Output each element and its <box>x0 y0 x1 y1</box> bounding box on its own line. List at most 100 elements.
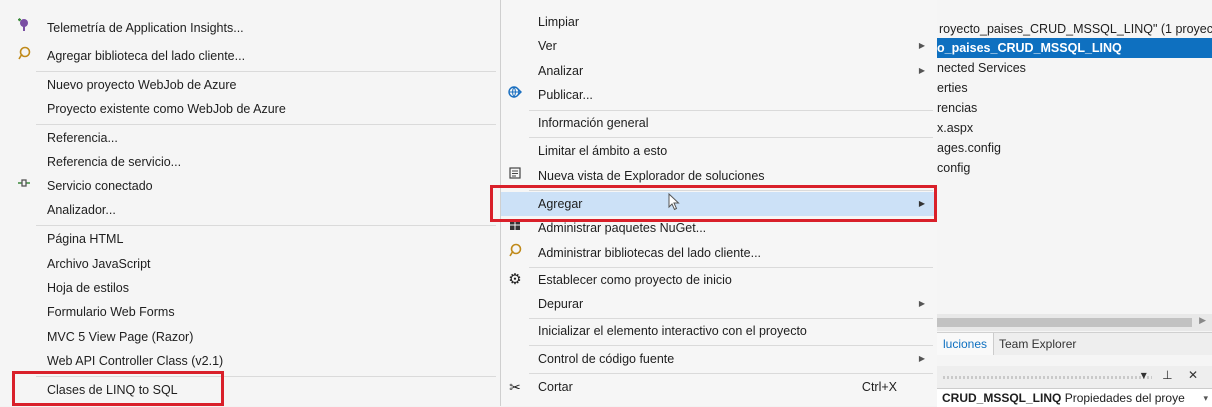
submenu-item-label: Analizador... <box>47 203 116 217</box>
menu-item-manage-client-libraries[interactable]: Administrar bibliotecas del lado cliente… <box>501 241 937 265</box>
tree-item-label: config <box>937 161 971 175</box>
separator <box>36 225 496 226</box>
drag-grip[interactable] <box>943 376 1152 379</box>
tree-item-connected-services[interactable]: nected Services <box>937 58 1212 78</box>
submenu-item-telemetry[interactable]: Telemetría de Application Insights... <box>0 16 500 40</box>
menu-item-source-control[interactable]: Control de código fuente ▶ <box>501 347 937 371</box>
separator <box>529 137 933 138</box>
submenu-item-web-form[interactable]: Formulario Web Forms <box>0 300 500 324</box>
shortcut-label: Ctrl+X <box>861 380 897 394</box>
menu-item-label: Analizar <box>538 64 584 78</box>
properties-selected-object: CRUD_MSSQL_LINQ Propiedades del proye <box>942 389 1185 407</box>
properties-title-bar: ▾ ⊥ ✕ <box>937 366 1212 388</box>
submenu-arrow-icon: ▶ <box>918 299 925 308</box>
menu-item-publish[interactable]: Publicar... <box>501 83 937 107</box>
submenu-item-javascript-file[interactable]: Archivo JavaScript <box>0 252 500 276</box>
tree-item-label: ages.config <box>937 141 1001 155</box>
submenu-arrow-icon: ▶ <box>918 41 925 50</box>
tree-item-solution[interactable]: royecto_paises_CRUD_MSSQL_LINQ" (1 proye… <box>937 19 1212 39</box>
submenu-item-analyzer[interactable]: Analizador... <box>0 198 500 222</box>
tree-item-label: rencias <box>937 101 978 115</box>
menu-item-view[interactable]: Ver ▶ <box>501 34 937 58</box>
tree-item-label: o_paises_CRUD_MSSQL_LINQ <box>937 41 1122 55</box>
separator <box>529 373 933 374</box>
submenu-item-webapi-controller[interactable]: Web API Controller Class (v2.1) <box>0 349 500 373</box>
telemetry-icon <box>14 16 34 40</box>
menu-item-label: Inicializar el elemento interactivo con … <box>538 324 807 338</box>
annotation-box-add <box>490 185 937 222</box>
menu-item-label: Información general <box>538 116 649 130</box>
submenu-item-label: Referencia de servicio... <box>47 155 182 169</box>
submenu-item-stylesheet[interactable]: Hoja de estilos <box>0 276 500 300</box>
submenu-item-label: Proyecto existente como WebJob de Azure <box>47 102 286 116</box>
menu-item-label: Cortar <box>538 380 573 394</box>
submenu-item-label: Nuevo proyecto WebJob de Azure <box>47 78 237 92</box>
submenu-item-service-reference[interactable]: Referencia de servicio... <box>0 150 500 174</box>
scissors-icon: ✂ <box>509 379 521 395</box>
submenu-item-label: Hoja de estilos <box>47 281 129 295</box>
menu-item-label: Limpiar <box>538 15 579 29</box>
tree-item-label: royecto_paises_CRUD_MSSQL_LINQ" (1 proye… <box>939 22 1212 36</box>
menu-item-label: Depurar <box>538 297 584 311</box>
submenu-item-html-page[interactable]: Página HTML <box>0 227 500 251</box>
menu-item-cut[interactable]: ✂ Cortar Ctrl+X <box>501 375 937 399</box>
annotation-box-linq <box>12 371 224 406</box>
submenu-item-label: MVC 5 View Page (Razor) <box>47 330 194 344</box>
panel-tabs: luciones Team Explorer <box>937 332 1212 355</box>
menu-item-label: Publicar... <box>538 88 593 102</box>
solution-explorer-panel: royecto_paises_CRUD_MSSQL_LINQ" (1 proye… <box>937 0 1212 407</box>
submenu-item-existing-webjob[interactable]: Proyecto existente como WebJob de Azure <box>0 97 500 121</box>
separator <box>36 71 496 72</box>
menu-item-scope-to-this[interactable]: Limitar el ámbito a esto <box>501 139 937 163</box>
submenu-item-label: Agregar biblioteca del lado cliente... <box>47 49 246 63</box>
menu-item-label: Establecer como proyecto de inicio <box>538 273 732 287</box>
menu-item-set-startup-project[interactable]: ⚙ Establecer como proyecto de inicio <box>501 268 937 292</box>
scrollbar-thumb[interactable] <box>937 318 1192 327</box>
submenu-item-client-library[interactable]: Agregar biblioteca del lado cliente... <box>0 44 500 68</box>
menu-item-label: Control de código fuente <box>538 352 675 366</box>
scroll-right-icon[interactable]: ▶ <box>1199 315 1206 326</box>
project-context-menu: Limpiar Ver ▶ Analizar ▶ Publicar... Inf… <box>490 0 938 406</box>
horizontal-scrollbar[interactable]: ▶ <box>937 314 1212 331</box>
submenu-item-label: Referencia... <box>47 131 118 145</box>
client-library-icon <box>505 241 525 265</box>
chevron-down-icon[interactable]: ▾ <box>1203 389 1208 407</box>
submenu-item-label: Página HTML <box>47 232 124 246</box>
menu-item-overview[interactable]: Información general <box>501 111 937 135</box>
menu-item-analyze[interactable]: Analizar ▶ <box>501 59 937 83</box>
menu-item-label: Limitar el ámbito a esto <box>538 144 668 158</box>
properties-object-name: CRUD_MSSQL_LINQ <box>942 391 1062 405</box>
publish-globe-icon <box>505 83 525 107</box>
gear-icon: ⚙ <box>508 271 522 288</box>
menu-item-clean[interactable]: Limpiar <box>501 10 937 34</box>
submenu-item-label: Web API Controller Class (v2.1) <box>47 354 224 368</box>
tree-item-web-config[interactable]: config <box>937 158 1212 178</box>
tree-item-properties[interactable]: erties <box>937 78 1212 98</box>
tree-item-packages-config[interactable]: ages.config <box>937 138 1212 158</box>
tree-item-label: x.aspx <box>937 121 974 135</box>
client-library-icon <box>14 44 34 68</box>
properties-object-type: Propiedades del proye <box>1064 391 1185 405</box>
tab-team-explorer[interactable]: Team Explorer <box>993 333 1082 355</box>
submenu-arrow-icon: ▶ <box>918 66 925 75</box>
separator <box>36 124 496 125</box>
menu-item-initialize-interactive[interactable]: Inicializar el elemento interactivo con … <box>501 319 937 343</box>
submenu-item-label: Servicio conectado <box>47 179 153 193</box>
submenu-item-reference[interactable]: Referencia... <box>0 126 500 150</box>
connected-service-icon <box>14 174 34 198</box>
submenu-item-label: Telemetría de Application Insights... <box>47 21 244 35</box>
menu-item-debug[interactable]: Depurar ▶ <box>501 292 937 316</box>
properties-object-selector[interactable]: CRUD_MSSQL_LINQ Propiedades del proye ▾ <box>937 388 1212 407</box>
panel-controls[interactable]: ▾ ⊥ ✕ <box>1141 368 1204 382</box>
tree-item-label: erties <box>937 81 968 95</box>
tree-item-index-aspx[interactable]: x.aspx <box>937 118 1212 138</box>
submenu-item-new-webjob[interactable]: Nuevo proyecto WebJob de Azure <box>0 73 500 97</box>
menu-item-label: Ver <box>538 39 557 53</box>
submenu-item-label: Archivo JavaScript <box>47 257 151 271</box>
submenu-item-mvc-view[interactable]: MVC 5 View Page (Razor) <box>0 325 500 349</box>
submenu-item-connected-service[interactable]: Servicio conectado <box>0 174 500 198</box>
submenu-arrow-icon: ▶ <box>918 354 925 363</box>
tab-solution-explorer[interactable]: luciones <box>937 333 995 355</box>
tree-item-project[interactable]: o_paises_CRUD_MSSQL_LINQ <box>937 38 1212 58</box>
tree-item-references[interactable]: rencias <box>937 98 1212 118</box>
